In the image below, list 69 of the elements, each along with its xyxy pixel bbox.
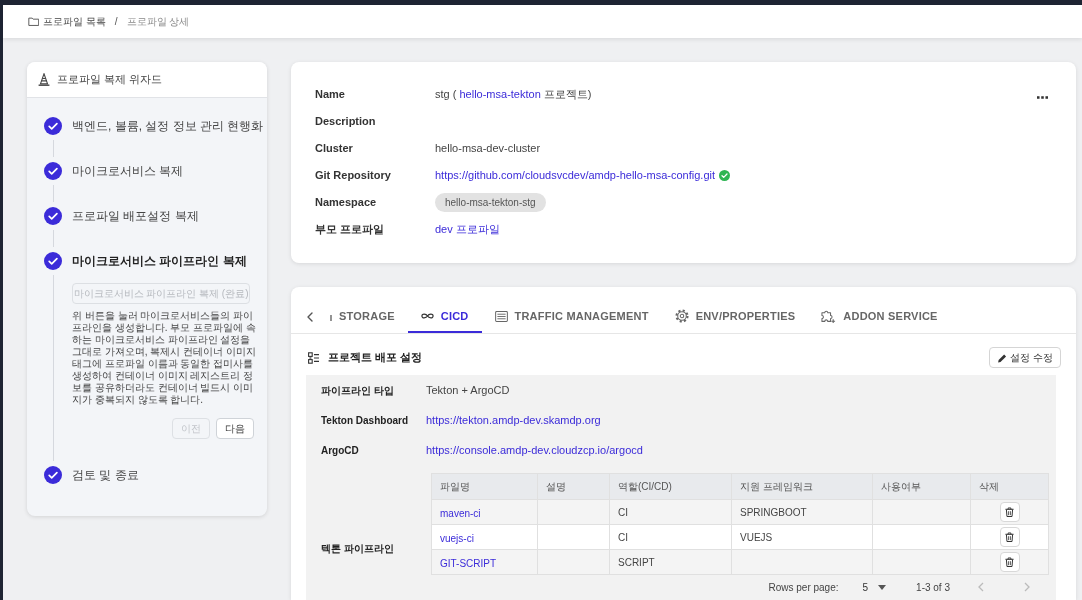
caret-down-icon (878, 584, 887, 590)
setting-label: 파이프라인 타입 (320, 383, 395, 398)
field-link[interactable]: https://github.com/cloudsvcdev/amdp-hello-msa-config.git (435, 167, 716, 184)
table-cell: SPRINGBOOT (731, 499, 873, 525)
step-label: 마이크로서비스 복제 (72, 163, 185, 180)
more-icon[interactable] (1037, 96, 1048, 99)
delete-button[interactable] (999, 552, 1020, 572)
gear-icon (674, 309, 689, 323)
breadcrumb-current: 프로파일 상세 (126, 15, 190, 29)
step-label: 프로파일 배포설정 복제 (72, 208, 200, 225)
pencil-icon (997, 352, 1008, 363)
namespace-badge: hello-msa-tekton-stg (435, 193, 546, 212)
section-title: 프로젝트 배포 설정 (328, 350, 424, 366)
trash-icon (1005, 557, 1014, 567)
table-cell: SCRIPT (609, 549, 732, 575)
trash-icon (1005, 532, 1014, 542)
rows-per-page-select[interactable]: 5 (862, 579, 887, 595)
tab[interactable]: ENV/PROPERTIES (661, 287, 809, 333)
table-cell: VUEJS (731, 524, 873, 550)
delete-button[interactable] (999, 527, 1020, 547)
column-header: 설명 (537, 473, 610, 500)
table-cell: CI (609, 499, 732, 525)
setting-label: 텍톤 파이프라인 (320, 542, 395, 556)
list-box-icon (494, 310, 508, 322)
field-label: Cluster (315, 141, 354, 157)
column-header: 지원 프레임워크 (731, 473, 873, 500)
page-range: 1-3 of 3 (916, 580, 950, 595)
table-cell: CI (609, 524, 732, 550)
folder-icon (28, 17, 39, 26)
step-description: 위 버튼을 눌러 마이크로서비스들의 파이프라인을 생성합니다. 부모 프로파일에 속하는 마이크로서비스 파이프라인 설정을 그대로 가져오며, 복제시 컨테이너 이미지 태그에 프로파일 이름과 동일한 접미사를 생성하여 컨테이너 이미지 레지스트리 정보를 공유하더라도 컨테이너 빌드시 이미지가 중복되지 않도록 합니다. (72, 310, 257, 406)
field-label: Description (315, 114, 377, 130)
breadcrumb-separator: / (113, 15, 119, 29)
pipeline-file-link[interactable]: maven-ci (440, 508, 481, 519)
project-link[interactable]: hello-msa-tekton (459, 88, 541, 101)
setting-link[interactable]: https://tekton.amdp-dev.skamdp.org (426, 411, 601, 429)
trash-icon (1005, 507, 1014, 517)
pipeline-file-link[interactable]: vuejs-ci (440, 533, 474, 544)
field-link[interactable]: dev 프로파일 (435, 221, 500, 238)
edit-settings-button[interactable]: 설정 수정 (989, 347, 1061, 368)
tab[interactable]: TRAFFIC MANAGEMENT (481, 287, 662, 333)
checklist-icon (308, 351, 319, 364)
step-label: 검토 및 종료 (72, 467, 140, 484)
column-header: 역할(CI/CD) (609, 473, 732, 500)
tab[interactable]: CICD (407, 287, 482, 333)
setting-value: Tekton + ArgoCD (426, 382, 510, 398)
chevron-left-icon[interactable] (307, 312, 313, 322)
tab[interactable]: STORAGE (317, 287, 408, 333)
column-header: 사용여부 (872, 473, 971, 500)
wizard-nav-button[interactable]: 다음 (216, 418, 254, 439)
delete-button[interactable] (999, 502, 1020, 522)
step-label: 마이크로서비스 파이프라인 복제 (72, 253, 248, 270)
field-label: 부모 프로파일 (315, 222, 386, 238)
setting-label: ArgoCD (320, 443, 360, 458)
field-label: Namespace (315, 195, 378, 211)
column-header: 삭제 (970, 473, 1049, 500)
field-label: Name (315, 87, 346, 103)
setting-label: Tekton Dashboard (320, 413, 410, 428)
rows-per-page-label: Rows per page: (768, 580, 839, 595)
field-label: Git Repository (315, 168, 392, 184)
infinity-icon (420, 312, 434, 320)
profile-name-value: stg ( hello-msa-tekton 프로젝트) (435, 87, 592, 103)
breadcrumb-link[interactable]: 프로파일 목록 (28, 14, 106, 29)
setting-link[interactable]: https://console.amdp-dev.cloudzcp.io/argocd (426, 441, 643, 459)
tab[interactable]: ADDON SERVICE (808, 287, 951, 333)
wizard-title: 프로파일 복제 위자드 (57, 72, 163, 88)
field-value: hello-msa-dev-cluster (435, 141, 541, 157)
column-header: 파일명 (431, 473, 538, 500)
cone-icon (38, 73, 50, 86)
puzzle-plus-icon (821, 308, 837, 324)
